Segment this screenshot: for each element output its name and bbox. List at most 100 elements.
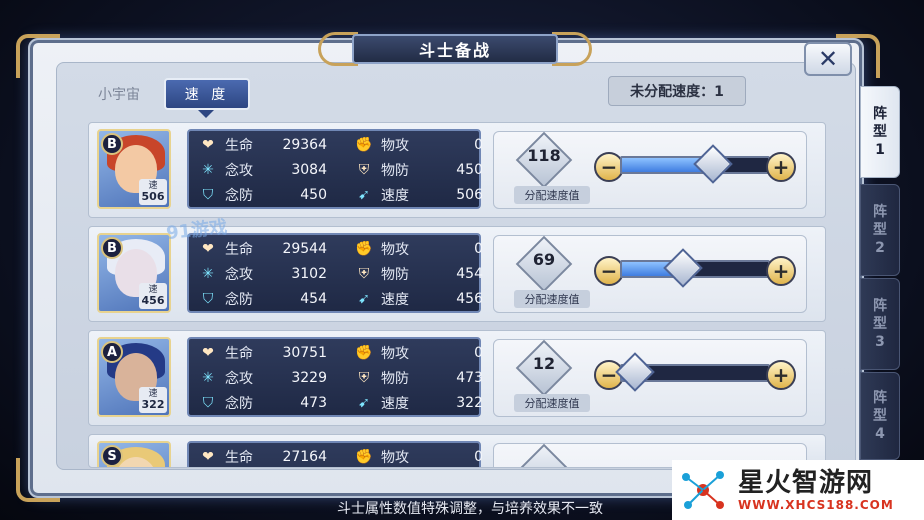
stats-panel: ❤ 生命 29544 ✳ 念攻 3102 ⛉ 念防 454 ✊ 物攻 0 ⛨ 物防 454 ➹ 速度 4… <box>187 233 483 313</box>
brand-watermark: 星火智游网 WWW.XHCS188.COM <box>672 460 924 520</box>
slider-handle[interactable] <box>693 144 733 184</box>
stat-name: 物防 <box>381 371 409 387</box>
formation-number: 2 <box>875 240 885 256</box>
fighter-portrait[interactable]: B 速 456 <box>97 233 171 313</box>
grade-badge: S <box>101 445 123 467</box>
grade-badge: B <box>101 237 123 259</box>
slider-handle[interactable] <box>663 248 703 288</box>
stat-value: 30751 <box>282 345 327 361</box>
footer-note: 斗士属性数值特殊调整，与培养效果不一致 <box>337 501 603 517</box>
stat-name: 速度 <box>381 292 409 308</box>
plus-icon: + <box>772 155 790 179</box>
stat-name: 生命 <box>225 346 253 362</box>
stat-name: 念攻 <box>225 371 253 387</box>
stat-name: 念攻 <box>225 267 253 283</box>
stat-patk: ✊ 物攻 0 <box>355 341 483 365</box>
alloc-caption: 分配速度值 <box>514 186 590 204</box>
fighter-portrait[interactable]: B 速 506 <box>97 129 171 209</box>
stat-value: 3084 <box>291 162 327 178</box>
stat-value: 27164 <box>282 449 327 465</box>
close-button[interactable]: ✕ <box>804 42 852 76</box>
stat-pdef: ⛨ 物防 454 <box>355 262 483 286</box>
stat-value: 3102 <box>291 266 327 282</box>
page-title: 斗士备战 <box>352 34 558 64</box>
stat-value: 0 <box>474 345 483 361</box>
stat-name: 念防 <box>225 292 253 308</box>
stat-matk: ✳ 念攻 3084 <box>199 158 327 182</box>
stat-value: 450 <box>300 187 327 203</box>
fist-icon: ✊ <box>355 345 373 361</box>
stat-hp: ❤ 生命 29544 <box>199 237 327 261</box>
speed-badge-value: 456 <box>141 294 165 307</box>
heart-icon: ❤ <box>202 345 214 361</box>
stat-value: 0 <box>474 241 483 257</box>
formation-number: 3 <box>875 334 885 350</box>
formation-label: 型 <box>873 408 887 424</box>
increase-button[interactable]: + <box>766 152 796 182</box>
fighter-portrait[interactable]: S <box>97 441 171 467</box>
stat-pdef: ⛨ 物防 473 <box>355 366 483 390</box>
stat-name: 物攻 <box>381 346 409 362</box>
stat-name: 物防 <box>381 267 409 283</box>
alloc-value: 69 <box>532 250 556 269</box>
network-logo-icon <box>676 463 730 517</box>
stat-value: 454 <box>456 266 483 282</box>
stat-mdef: ⛉ 念防 450 <box>199 183 327 207</box>
speed-badge: 速 506 <box>139 179 167 205</box>
fighter-portrait[interactable]: A 速 322 <box>97 337 171 417</box>
wing-boot-icon: ➹ <box>358 395 370 411</box>
minus-icon: − <box>600 155 618 179</box>
slider-handle[interactable] <box>615 352 655 392</box>
tab-formation-1[interactable]: 阵 型 1 <box>860 86 900 178</box>
stat-speed: ➹ 速度 506 <box>355 183 483 207</box>
stat-patk: ✊ 物攻 0 <box>355 445 483 467</box>
stats-panel: ❤ 生命 29364 ✳ 念攻 3084 ⛉ 念防 450 ✊ 物攻 0 ⛨ 物防 450 ➹ 速度 5… <box>187 129 483 209</box>
tab-formation-3[interactable]: 阵 型 3 <box>860 278 900 370</box>
speed-badge-value: 506 <box>141 190 165 203</box>
stat-name: 生命 <box>225 242 253 258</box>
armor-icon: ⛨ <box>358 370 370 386</box>
fighter-row: A 速 322 ❤ 生命 30751 ✳ 念攻 3229 ⛉ 念防 473 ✊ 物攻 0 ⛨ 物防… <box>88 330 826 426</box>
minus-icon: − <box>600 363 618 387</box>
tab-formation-2[interactable]: 阵 型 2 <box>860 184 900 276</box>
wing-boot-icon: ➹ <box>358 291 370 307</box>
stat-name: 念防 <box>225 188 253 204</box>
armor-icon: ⛨ <box>358 266 370 282</box>
increase-button[interactable]: + <box>766 256 796 286</box>
spark-icon: ✳ <box>202 266 214 282</box>
minus-icon: − <box>600 259 618 283</box>
heart-icon: ❤ <box>202 241 214 257</box>
tab-formation-4[interactable]: 阵 型 4 <box>860 372 900 460</box>
fighter-row: B 速 506 ❤ 生命 29364 ✳ 念攻 3084 ⛉ 念防 450 ✊ 物攻 0 ⛨ 物防… <box>88 122 826 218</box>
brand-url: WWW.XHCS188.COM <box>738 498 894 512</box>
speed-allocator: 69 分配速度值 − + <box>493 235 807 313</box>
stat-value: 29364 <box>282 137 327 153</box>
tab-cosmos[interactable]: 小宇宙 <box>76 78 162 110</box>
speed-badge: 速 456 <box>139 283 167 309</box>
spark-icon: ✳ <box>202 370 214 386</box>
stat-value: 29544 <box>282 241 327 257</box>
tab-speed[interactable]: 速 度 <box>164 78 250 110</box>
stat-hp: ❤ 生命 27164 <box>199 445 327 467</box>
frame-corner-ornament <box>16 458 60 502</box>
fist-icon: ✊ <box>355 449 373 465</box>
speed-badge-value: 322 <box>141 398 165 411</box>
stat-name: 物攻 <box>381 242 409 258</box>
stat-name: 物攻 <box>381 138 409 154</box>
stat-value: 456 <box>456 291 483 307</box>
spark-icon: ✳ <box>202 162 214 178</box>
stat-name: 生命 <box>225 450 253 466</box>
stat-value: 3229 <box>291 370 327 386</box>
fist-icon: ✊ <box>355 241 373 257</box>
formation-number: 1 <box>875 142 885 158</box>
stat-name: 物攻 <box>381 450 409 466</box>
stat-hp: ❤ 生命 30751 <box>199 341 327 365</box>
stat-mdef: ⛉ 念防 454 <box>199 287 327 311</box>
stat-value: 0 <box>474 449 483 465</box>
stat-hp: ❤ 生命 29364 <box>199 133 327 157</box>
alloc-caption: 分配速度值 <box>514 394 590 412</box>
fist-icon: ✊ <box>355 137 373 153</box>
stat-pdef: ⛨ 物防 450 <box>355 158 483 182</box>
stats-panel: ❤ 生命 30751 ✳ 念攻 3229 ⛉ 念防 473 ✊ 物攻 0 ⛨ 物防 473 ➹ 速度 3… <box>187 337 483 417</box>
increase-button[interactable]: + <box>766 360 796 390</box>
